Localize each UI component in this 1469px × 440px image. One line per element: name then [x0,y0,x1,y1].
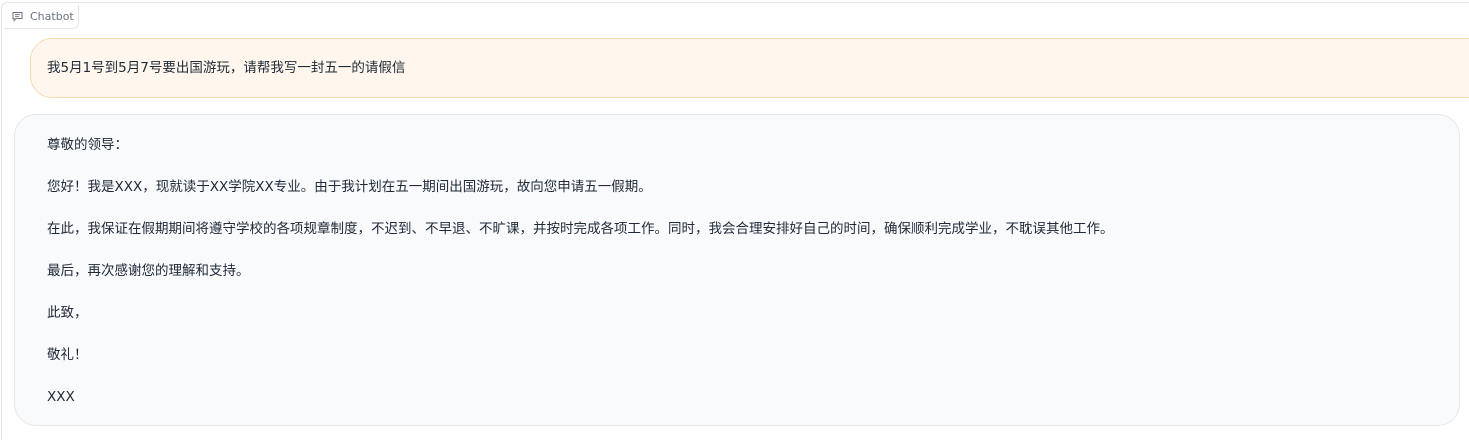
bot-paragraph-salute: 敬礼！ [47,347,88,363]
user-message[interactable]: 我5月1号到5月7号要出国游玩，请帮我写一封五一的请假信 [30,38,1469,98]
bot-paragraph-thanks: 最后，再次感谢您的理解和支持。 [47,263,250,279]
chatbot-label: Chatbot [4,5,79,29]
bot-paragraph-closing: 此致， [47,305,88,321]
chatbot-label-text: Chatbot [30,10,74,23]
bot-paragraph-greeting: 尊敬的领导： [47,137,128,153]
bot-paragraph-intro: 您好！我是XXX，现就读于XX学院XX专业。由于我计划在五一期间出国游玩，故向您… [47,179,652,195]
bot-paragraph-promise: 在此，我保证在假期期间将遵守学校的各项规章制度，不迟到、不早退、不旷课，并按时完… [47,221,1114,237]
bot-message[interactable]: 尊敬的领导： 您好！我是XXX，现就读于XX学院XX专业。由于我计划在五一期间出… [14,114,1460,426]
chat-bubble-icon [12,11,23,22]
user-message-text: 我5月1号到5月7号要出国游玩，请帮我写一封五一的请假信 [47,60,406,76]
bot-paragraph-signature: XXX [47,389,75,405]
